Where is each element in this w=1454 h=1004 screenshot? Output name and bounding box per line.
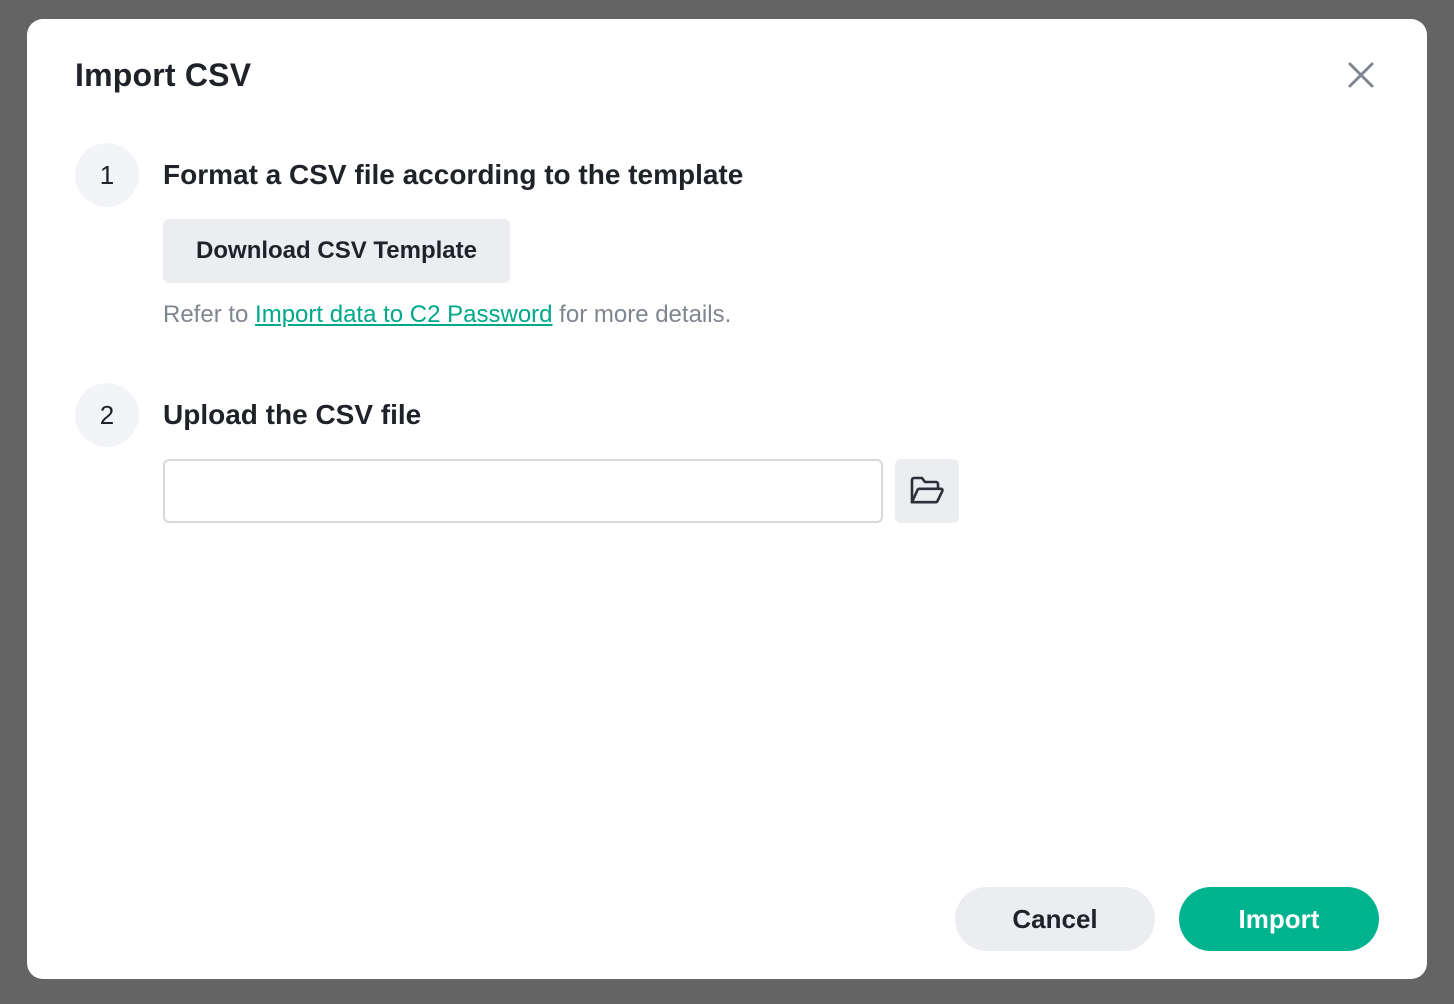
step-2-heading: Upload the CSV file <box>163 399 422 430</box>
folder-open-icon <box>910 476 944 504</box>
step-2-badge: 2 <box>75 383 139 447</box>
browse-file-button[interactable] <box>895 459 959 523</box>
help-text: Refer to Import data to C2 Password for … <box>163 299 731 331</box>
close-icon <box>1348 62 1374 88</box>
close-button[interactable] <box>1343 57 1379 93</box>
help-text-prefix: Refer to <box>163 301 256 328</box>
step-1-badge: 1 <box>75 143 139 207</box>
download-csv-template-button[interactable]: Download CSV Template <box>163 219 510 283</box>
help-text-suffix: for more details. <box>552 301 732 328</box>
import-csv-dialog: Import CSV 1 Format a CSV file according… <box>27 19 1427 979</box>
dialog-title: Import CSV <box>75 57 252 93</box>
import-data-help-link[interactable]: Import data to C2 Password <box>255 301 552 328</box>
cancel-button[interactable]: Cancel <box>955 887 1155 951</box>
step-1-heading: Format a CSV file according to the templ… <box>163 159 744 190</box>
csv-file-path-input[interactable] <box>163 459 883 523</box>
import-button[interactable]: Import <box>1179 887 1379 951</box>
